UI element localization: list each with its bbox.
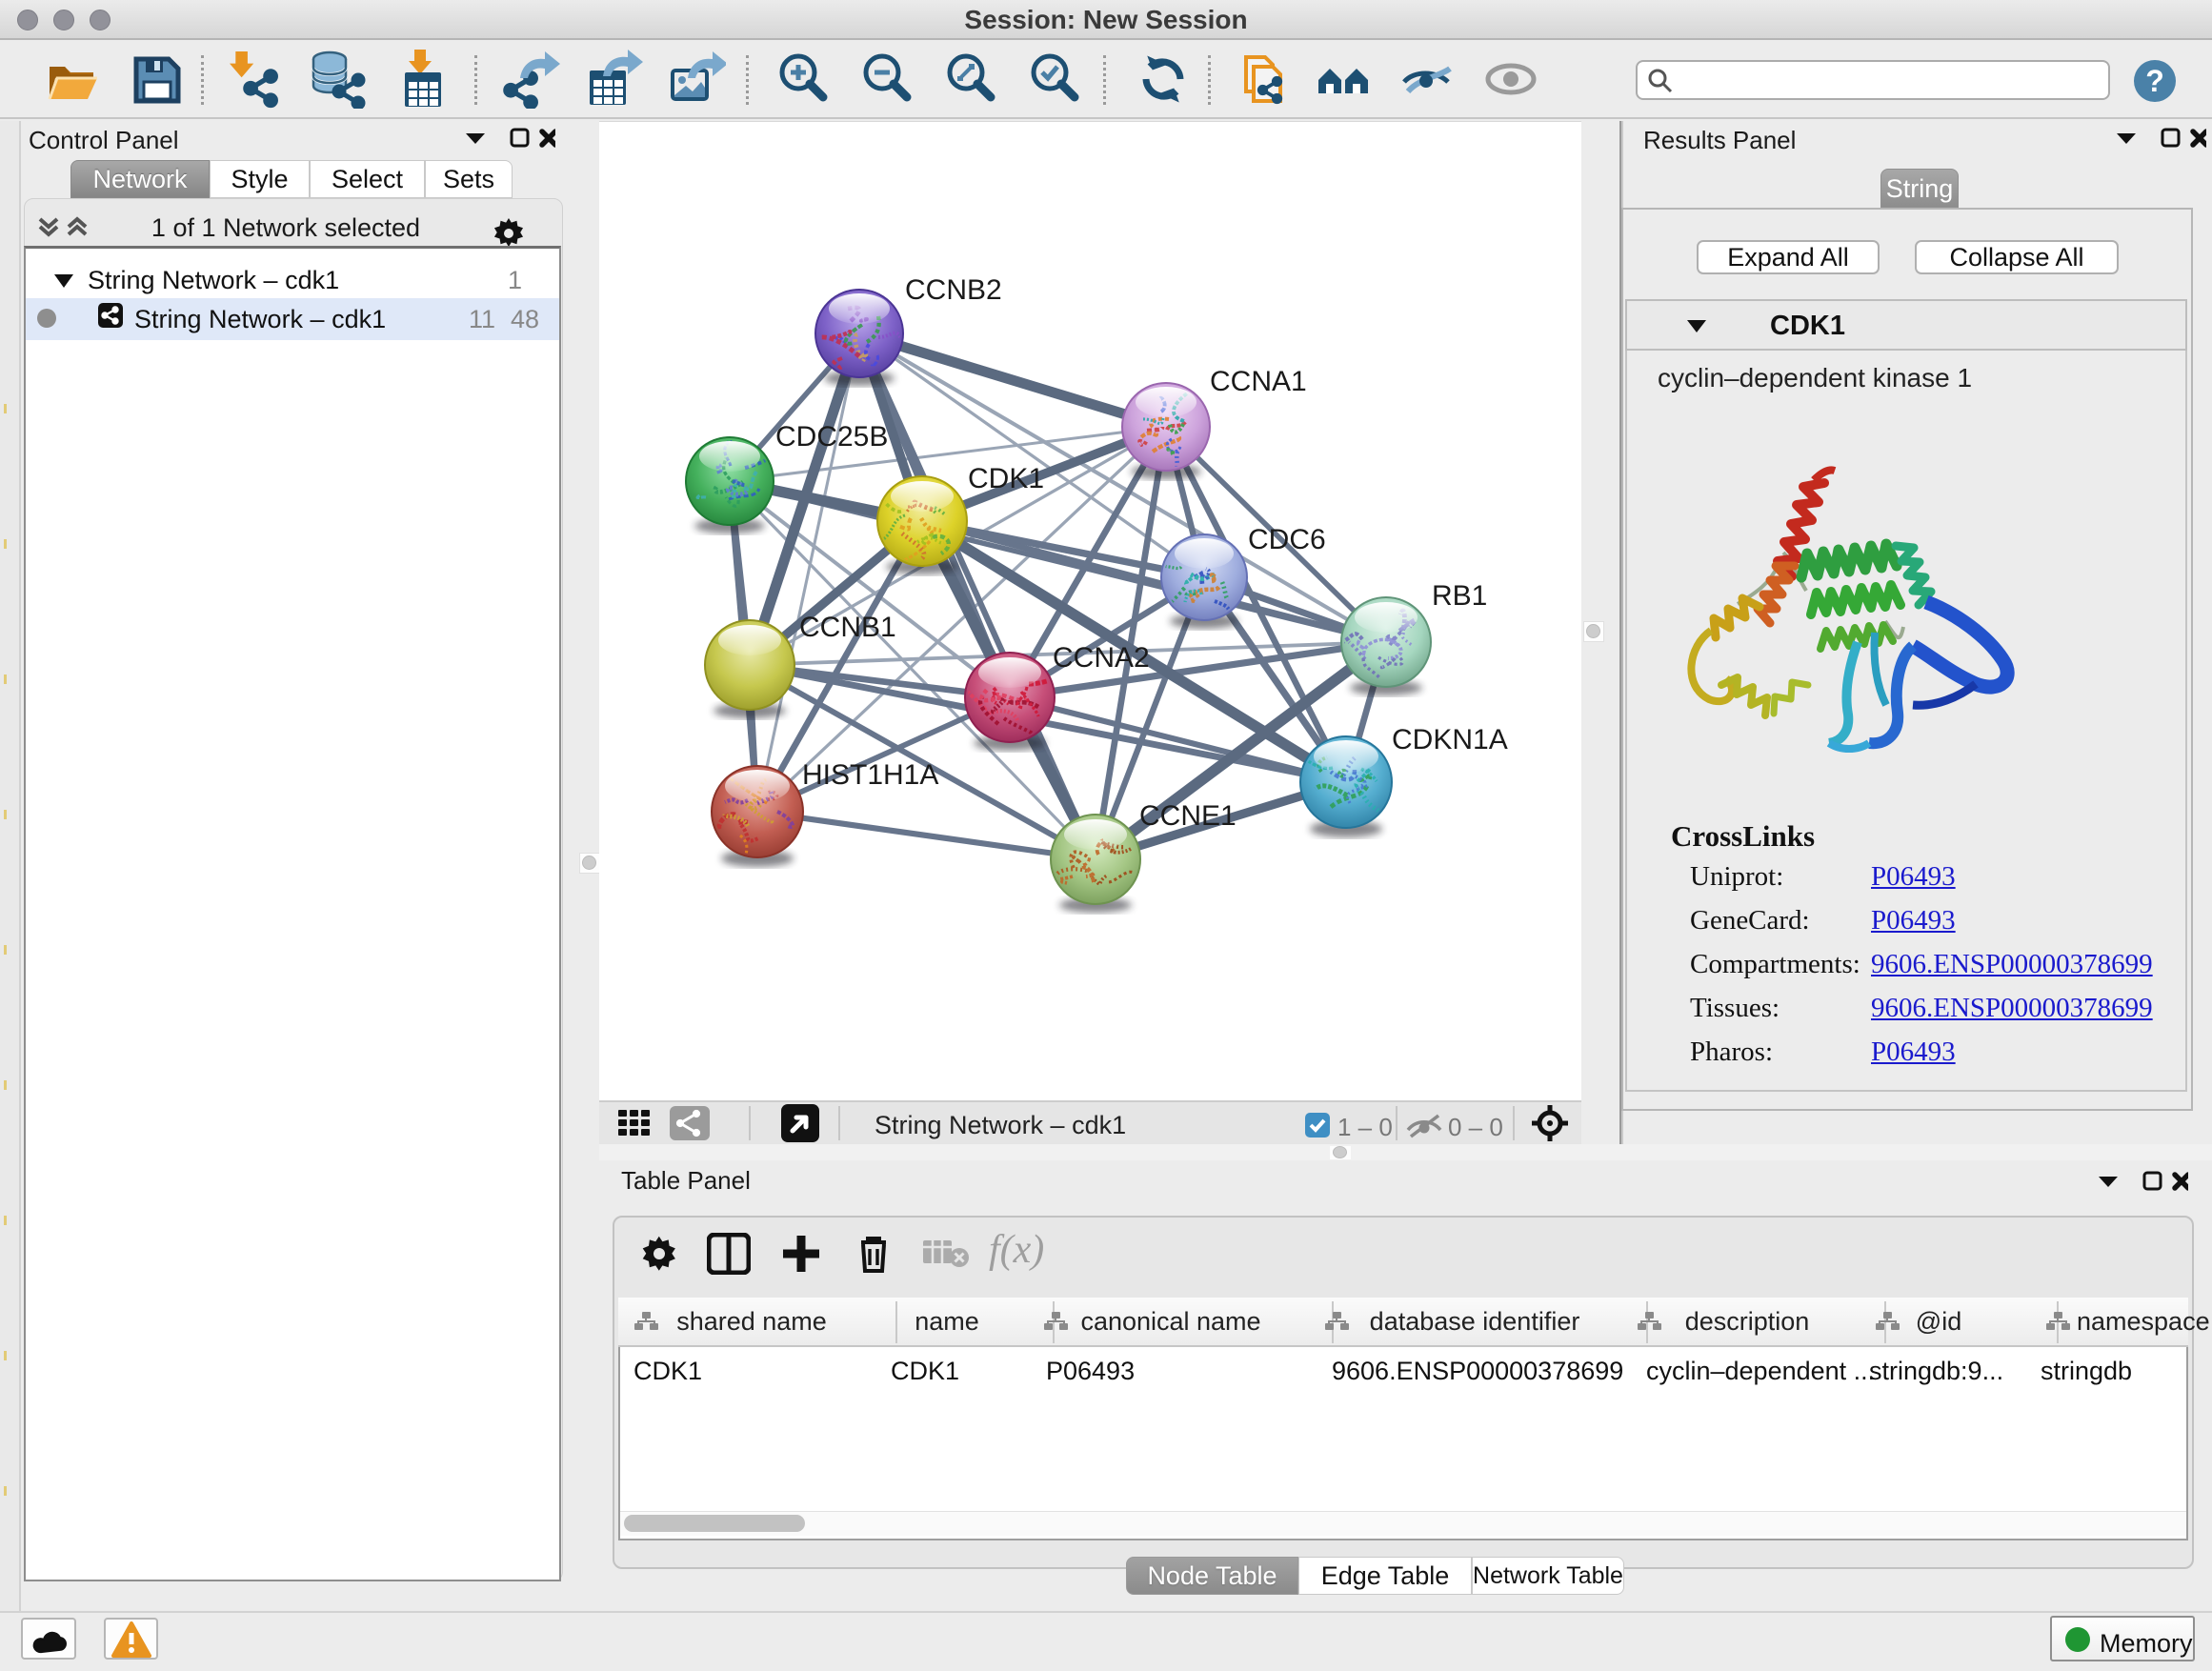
svg-text:CDC6: CDC6 — [1248, 524, 1326, 555]
svg-text:RB1: RB1 — [1432, 580, 1487, 612]
svg-text:CCNA1: CCNA1 — [1210, 366, 1307, 397]
svg-text:CDC25B: CDC25B — [775, 421, 888, 453]
svg-text:HIST1H1A: HIST1H1A — [802, 759, 938, 791]
svg-text:CDKN1A: CDKN1A — [1392, 724, 1508, 755]
svg-text:CDK1: CDK1 — [968, 463, 1044, 494]
svg-text:CCNA2: CCNA2 — [1053, 642, 1150, 674]
svg-text:CCNE1: CCNE1 — [1139, 800, 1237, 832]
svg-text:CCNB1: CCNB1 — [799, 612, 896, 643]
svg-text:CCNB2: CCNB2 — [905, 274, 1002, 306]
